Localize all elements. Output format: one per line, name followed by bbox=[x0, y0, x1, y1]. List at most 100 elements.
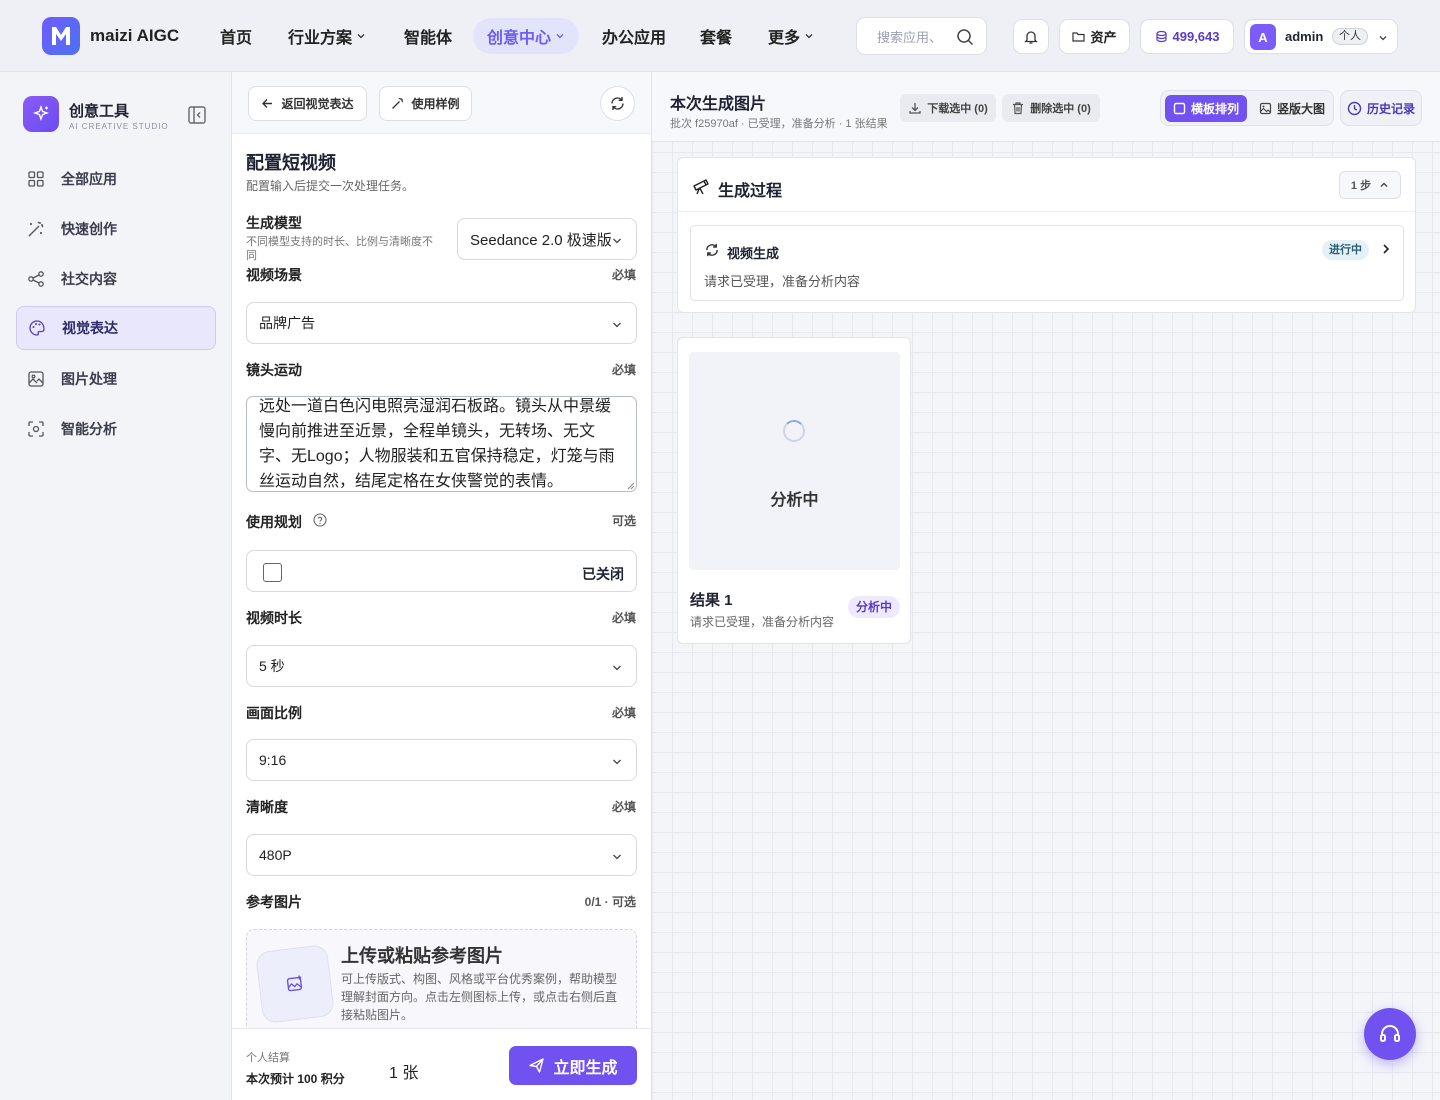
nav-agents[interactable]: 智能体 bbox=[390, 18, 466, 54]
generate-button[interactable]: 立即生成 bbox=[509, 1046, 637, 1085]
chevron-down-icon bbox=[613, 322, 621, 328]
process-header: 生成过程 1 步 bbox=[678, 158, 1415, 212]
generation-process-card: 生成过程 1 步 视频生成 请求已受理，准备分析内容 进行中 bbox=[677, 157, 1416, 313]
refresh-button[interactable] bbox=[600, 86, 635, 121]
step-status-badge: 进行中 bbox=[1322, 240, 1369, 260]
brand-name[interactable]: maizi AIGC bbox=[90, 26, 179, 46]
trash-icon bbox=[1013, 102, 1024, 115]
plan-toggle[interactable]: 已关闭 bbox=[246, 550, 637, 592]
result-status-badge: 分析中 bbox=[848, 596, 901, 618]
nav-more[interactable]: 更多 bbox=[754, 18, 828, 54]
history-button[interactable]: 历史记录 bbox=[1340, 90, 1422, 126]
sidebar-item-visual[interactable]: 视觉表达 bbox=[16, 306, 216, 350]
steps-toggle[interactable]: 1 步 bbox=[1339, 171, 1401, 199]
download-selected-button[interactable]: 下载选中 (0) bbox=[900, 94, 996, 122]
chevron-down-icon bbox=[613, 238, 621, 244]
nav-industry[interactable]: 行业方案 bbox=[274, 18, 380, 54]
download-icon bbox=[909, 103, 921, 114]
account-type-badge: 个人 bbox=[1332, 28, 1368, 45]
folder-icon bbox=[1072, 32, 1086, 42]
use-sample-button[interactable]: 使用样例 bbox=[379, 86, 472, 121]
upload-description: 可上传版式、构图、风格或平台优秀案例，帮助模型理解封面方向。点击左侧图标上传，或… bbox=[341, 972, 618, 1022]
sidebar-title: 创意工具 bbox=[69, 103, 130, 120]
scan-icon bbox=[28, 421, 44, 437]
user-menu[interactable]: A admin 个人 bbox=[1244, 19, 1398, 54]
results-panel: 本次生成图片 批次 f25970af · 已受理，准备分析 · 1 张结果 下载… bbox=[652, 72, 1440, 1100]
resize-handle-icon[interactable] bbox=[627, 482, 635, 490]
reference-count: 0/1 · 可选 bbox=[584, 895, 636, 909]
chevron-down-icon bbox=[613, 665, 621, 671]
grid-icon bbox=[28, 171, 44, 187]
image-icon bbox=[1259, 102, 1272, 115]
large-view-button[interactable]: 竖版大图 bbox=[1253, 95, 1331, 122]
logo-icon[interactable] bbox=[42, 17, 80, 55]
nav-home[interactable]: 首页 bbox=[206, 18, 266, 54]
search-input[interactable]: 搜索应用、 bbox=[856, 17, 987, 55]
resolution-required: 必填 bbox=[611, 800, 636, 814]
arrow-left-icon bbox=[262, 99, 273, 108]
notification-button[interactable] bbox=[1013, 19, 1049, 54]
resolution-select[interactable]: 480P bbox=[246, 834, 637, 876]
view-toggle: 横板排列 竖版大图 bbox=[1160, 90, 1334, 126]
result-card[interactable]: 分析中 结果 1 请求已受理，准备分析内容 分析中 bbox=[677, 337, 911, 644]
grid-view-button[interactable]: 横板排列 bbox=[1165, 95, 1247, 122]
collapse-sidebar-icon[interactable] bbox=[187, 105, 207, 125]
process-title: 生成过程 bbox=[718, 183, 783, 200]
scene-label: 视频场景 bbox=[246, 267, 302, 283]
nav-office[interactable]: 办公应用 bbox=[588, 18, 680, 54]
scene-select[interactable]: 品牌广告 bbox=[246, 302, 637, 344]
support-button[interactable] bbox=[1364, 1008, 1416, 1060]
camera-textarea[interactable]: 远处一道白色闪电照亮湿润石板路。镜头从中景缓慢向前推进至近景，全程单镜头，无转场… bbox=[246, 396, 637, 492]
magic-wand-icon bbox=[28, 221, 44, 237]
results-header: 本次生成图片 批次 f25970af · 已受理，准备分析 · 1 张结果 下载… bbox=[652, 72, 1440, 142]
search-icon[interactable] bbox=[956, 28, 974, 46]
chevron-down-icon bbox=[1379, 36, 1387, 41]
sidebar-item-analysis[interactable]: 智能分析 bbox=[16, 407, 216, 451]
chevron-down-icon bbox=[613, 854, 621, 860]
results-title: 本次生成图片 bbox=[670, 96, 767, 113]
ratio-label: 画面比例 bbox=[246, 705, 302, 721]
help-icon[interactable] bbox=[313, 513, 327, 527]
sidebar-item-image-processing[interactable]: 图片处理 bbox=[16, 357, 216, 401]
sidebar-item-all-apps[interactable]: 全部应用 bbox=[16, 157, 216, 201]
model-select[interactable]: Seedance 2.0 极速版 bbox=[457, 218, 637, 260]
assets-button[interactable]: 资产 bbox=[1059, 19, 1130, 54]
back-button[interactable]: 返回视觉表达 bbox=[248, 86, 367, 121]
ratio-required: 必填 bbox=[611, 706, 636, 720]
chevron-up-icon bbox=[1380, 182, 1388, 187]
cost-estimate: 本次预计 100 积分 bbox=[246, 1072, 345, 1086]
headset-icon bbox=[1380, 1025, 1400, 1042]
plan-label: 使用规划 bbox=[246, 514, 302, 530]
chevron-down-icon bbox=[357, 34, 365, 39]
step-description: 请求已受理，准备分析内容 bbox=[704, 274, 861, 289]
nav-plans[interactable]: 套餐 bbox=[686, 18, 746, 54]
clock-icon bbox=[1347, 101, 1362, 115]
magic-wand-icon bbox=[392, 97, 404, 109]
refresh-icon bbox=[706, 243, 718, 257]
config-panel: 返回视觉表达 使用样例 配置短视频 配置输入后提交一次处理任务。 生成模型 不同… bbox=[232, 72, 652, 1100]
telescope-icon bbox=[693, 179, 709, 195]
sidebar-item-quick-create[interactable]: 快速创作 bbox=[16, 207, 216, 251]
billing-label: 个人结算 bbox=[246, 1052, 290, 1064]
chevron-right-icon[interactable] bbox=[1380, 243, 1392, 255]
upload-title: 上传或粘贴参考图片 bbox=[341, 946, 503, 966]
duration-select[interactable]: 5 秒 bbox=[246, 645, 637, 687]
nav-creative-center[interactable]: 创意中心 bbox=[473, 18, 580, 54]
top-bar: maizi AIGC 首页 行业方案 智能体 创意中心 办公应用 套餐 更多 搜… bbox=[0, 0, 1440, 72]
points-button[interactable]: 499,643 bbox=[1140, 19, 1234, 54]
form-description: 配置输入后提交一次处理任务。 bbox=[246, 179, 415, 193]
sidebar-item-social[interactable]: 社交内容 bbox=[16, 257, 216, 301]
delete-selected-button[interactable]: 删除选中 (0) bbox=[1002, 94, 1100, 122]
model-hint: 不同模型支持的时长、比例与清晰度不同 bbox=[246, 236, 433, 262]
camera-label: 镜头运动 bbox=[246, 362, 302, 378]
step-video-generation[interactable]: 视频生成 请求已受理，准备分析内容 进行中 bbox=[690, 225, 1404, 301]
upload-image-icon[interactable] bbox=[254, 943, 336, 1025]
plan-checkbox[interactable] bbox=[263, 563, 282, 582]
scene-required: 必填 bbox=[611, 268, 636, 282]
palette-icon bbox=[29, 320, 45, 336]
chevron-down-icon bbox=[613, 759, 621, 765]
ratio-select[interactable]: 9:16 bbox=[246, 739, 637, 781]
form-title: 配置短视频 bbox=[246, 153, 336, 173]
form-footer: 个人结算 本次预计 100 积分 1 张 立即生成 bbox=[232, 1028, 651, 1100]
loading-spinner-icon bbox=[783, 420, 805, 442]
